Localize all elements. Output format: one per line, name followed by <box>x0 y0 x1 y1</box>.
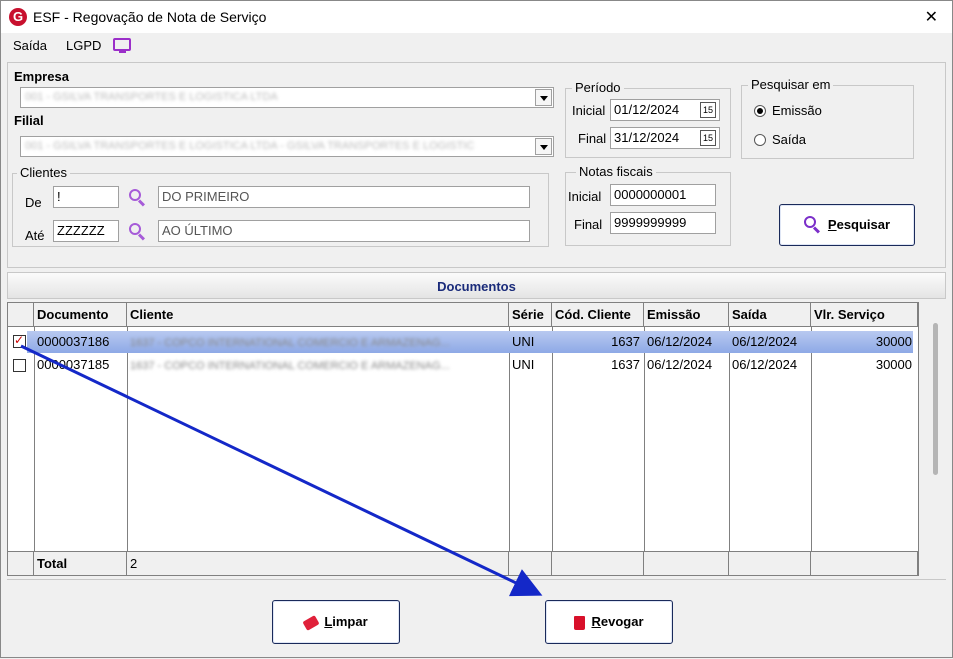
table-row-emissao[interactable]: 06/12/2024 <box>644 354 728 376</box>
chevron-down-icon[interactable] <box>535 138 552 155</box>
revogar-button-label: evogar <box>600 614 644 629</box>
table-row-documento[interactable]: 0000037185 <box>34 354 126 376</box>
filial-select[interactable]: 001 - GSILVA TRANSPORTES E LOGISTICA LTD… <box>20 136 554 157</box>
radio-emissao[interactable] <box>754 105 766 117</box>
window-title: ESF - Regovação de Nota de Serviço <box>33 9 267 25</box>
table-row-vlr[interactable]: 30000 <box>811 331 915 353</box>
revogar-button[interactable]: Revogar <box>545 600 673 644</box>
ate-label: Até <box>25 228 45 243</box>
table-row-cod-cliente[interactable]: 1637 <box>552 354 643 376</box>
close-icon[interactable]: ✕ <box>925 7 938 27</box>
limpar-button-label: impar <box>332 614 368 629</box>
grid-header-serie[interactable]: Série <box>509 303 552 327</box>
menu-saida[interactable]: Saída <box>13 38 47 53</box>
grid-header-check <box>8 303 34 327</box>
table-row-vlr[interactable]: 30000 <box>811 354 915 376</box>
pesquisar-button-label: esquisar <box>836 217 891 232</box>
notas-inicial-input[interactable]: 0000000001 <box>610 184 716 206</box>
notas-fiscais-group: Notas fiscais Inicial 0000000001 Final 9… <box>565 164 731 246</box>
search-icon <box>803 215 820 234</box>
radio-saida-label: Saída <box>772 132 806 147</box>
pesquisar-button[interactable]: Pesquisar <box>779 204 915 246</box>
grid-header-cliente[interactable]: Cliente <box>127 303 509 327</box>
radio-saida[interactable] <box>754 134 766 146</box>
notas-final-input[interactable]: 9999999999 <box>610 212 716 234</box>
grid-header-vlr-servico[interactable]: Vlr. Serviço <box>811 303 918 327</box>
search-icon[interactable] <box>129 189 146 207</box>
cliente-value: 1637 - COPCO INTERNATIONAL COMERCIO E AR… <box>130 360 450 372</box>
filter-panel: Empresa 001 - GSILVA TRANSPORTES E LOGIS… <box>7 62 946 268</box>
empresa-label: Empresa <box>14 69 69 84</box>
scrollbar[interactable] <box>933 323 938 475</box>
calendar-icon[interactable]: 15 <box>700 102 716 118</box>
total-cell <box>644 551 729 575</box>
clientes-group: Clientes De ! DO PRIMEIRO Até ZZZZZZ AO … <box>12 165 549 247</box>
cliente-de-code-input[interactable]: ! <box>53 186 119 208</box>
empresa-value: 001 - GSILVA TRANSPORTES E LOGISTICA LTD… <box>25 91 278 103</box>
eraser-icon <box>302 614 320 631</box>
app-logo-icon: G <box>9 8 27 26</box>
monitor-icon[interactable] <box>113 38 131 53</box>
filial-label: Filial <box>14 113 44 128</box>
table-row-cliente[interactable]: 1637 - COPCO INTERNATIONAL COMERCIO E AR… <box>127 331 507 353</box>
total-check-cell <box>8 551 34 575</box>
table-row-emissao[interactable]: 06/12/2024 <box>644 331 728 353</box>
documentos-header: Documentos <box>7 272 946 299</box>
notas-fiscais-title: Notas fiscais <box>576 164 656 179</box>
periodo-inicial-label: Inicial <box>572 103 606 118</box>
total-label: Total <box>34 551 127 575</box>
total-cell <box>509 551 552 575</box>
de-label: De <box>25 195 42 210</box>
search-icon[interactable] <box>129 223 146 241</box>
chevron-down-icon[interactable] <box>535 89 552 106</box>
periodo-group: Período Inicial 01/12/2024 15 Final 31/1… <box>565 80 731 158</box>
pesquisar-em-title: Pesquisar em <box>748 77 834 92</box>
main-window: G ESF - Regovação de Nota de Serviço ✕ S… <box>0 0 953 658</box>
action-panel: Limpar Revogar <box>7 579 946 655</box>
pesquisar-button-mnemonic: P <box>827 217 837 232</box>
total-cell <box>811 551 918 575</box>
pesquisar-em-group: Pesquisar em Emissão Saída <box>741 77 914 159</box>
calendar-icon[interactable]: 15 <box>700 130 716 146</box>
row-checkbox[interactable] <box>13 359 26 372</box>
table-row-cod-cliente[interactable]: 1637 <box>552 331 643 353</box>
table-row-documento[interactable]: 0000037186 <box>34 331 126 353</box>
grid-header-documento[interactable]: Documento <box>34 303 127 327</box>
periodo-final-label: Final <box>578 131 607 146</box>
clientes-title: Clientes <box>17 165 70 180</box>
notas-inicial-label: Inicial <box>568 189 602 204</box>
table-row-saida[interactable]: 06/12/2024 <box>729 354 810 376</box>
cliente-value: 1637 - COPCO INTERNATIONAL COMERCIO E AR… <box>130 337 450 349</box>
filial-value: 001 - GSILVA TRANSPORTES E LOGISTICA LTD… <box>25 140 475 152</box>
periodo-title: Período <box>572 80 624 95</box>
table-row-serie[interactable]: UNI <box>509 331 551 353</box>
table-row-saida[interactable]: 06/12/2024 <box>729 331 810 353</box>
table-row-serie[interactable]: UNI <box>509 354 551 376</box>
revogar-button-mnemonic: R <box>591 614 601 629</box>
grid-header-emissao[interactable]: Emissão <box>644 303 729 327</box>
total-cell <box>552 551 644 575</box>
table-row-cliente[interactable]: 1637 - COPCO INTERNATIONAL COMERCIO E AR… <box>127 354 507 376</box>
trash-icon <box>574 615 586 630</box>
title-bar: G ESF - Regovação de Nota de Serviço ✕ <box>1 1 952 33</box>
empresa-select[interactable]: 001 - GSILVA TRANSPORTES E LOGISTICA LTD… <box>20 87 554 108</box>
limpar-button[interactable]: Limpar <box>272 600 400 644</box>
cliente-ate-code-input[interactable]: ZZZZZZ <box>53 220 119 242</box>
menu-bar: Saída LGPD <box>1 33 952 59</box>
notas-final-label: Final <box>574 217 603 232</box>
total-cell <box>729 551 811 575</box>
menu-lgpd[interactable]: LGPD <box>66 38 101 53</box>
grid-header-saida[interactable]: Saída <box>729 303 811 327</box>
grid-header-cod-cliente[interactable]: Cód. Cliente <box>552 303 644 327</box>
cliente-de-name-input[interactable]: DO PRIMEIRO <box>158 186 530 208</box>
total-value: 2 <box>127 551 509 575</box>
row-checkbox[interactable] <box>13 333 26 348</box>
radio-emissao-label: Emissão <box>772 103 822 118</box>
cliente-ate-name-input[interactable]: AO ÚLTIMO <box>158 220 530 242</box>
